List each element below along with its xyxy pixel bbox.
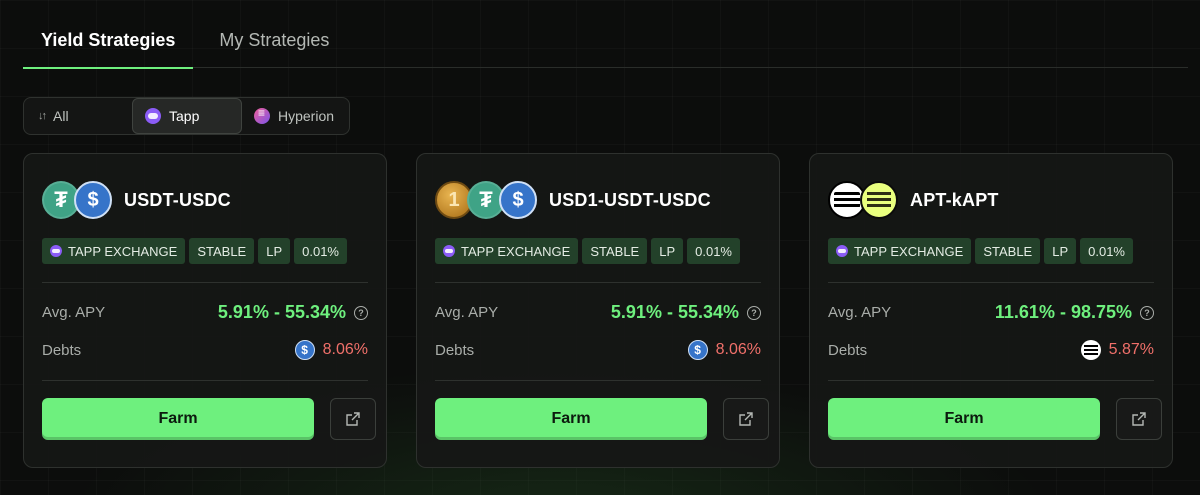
help-icon[interactable]: ? [354, 305, 368, 320]
filter-all[interactable]: ↓↑ All [26, 98, 132, 134]
usdc-icon: $ [294, 340, 315, 360]
pair-name: APT-kAPT [910, 189, 999, 210]
apy-value: 11.61% - 98.75% [994, 302, 1132, 322]
apy-row: Avg. APY 11.61% - 98.75% ? [828, 302, 1154, 323]
external-link-button[interactable] [1116, 398, 1162, 440]
card-header: 1 ₮ $ USD1-USDT-USDC [435, 180, 711, 220]
debts-row: Debts $ 8.06% [435, 340, 761, 360]
tag-list: TAPP EXCHANGE STABLE LP 0.01% [42, 238, 347, 264]
apy-row: Avg. APY 5.91% - 55.34% ? [435, 302, 761, 323]
apy-label: Avg. APY [42, 304, 106, 321]
tag-exchange: TAPP EXCHANGE [42, 238, 186, 264]
help-icon[interactable]: ? [747, 305, 761, 320]
tag-list: TAPP EXCHANGE STABLE LP 0.01% [435, 238, 740, 264]
debt-value: 8.06% [322, 341, 368, 358]
apy-value: 5.91% - 55.34% [610, 302, 739, 322]
tab-my-strategies[interactable]: My Strategies [201, 18, 347, 68]
external-link-button[interactable] [723, 398, 769, 440]
tag-lp: LP [651, 238, 684, 264]
coin-stack: ₮ $ [42, 181, 112, 219]
debt-value: 5.87% [1108, 341, 1154, 358]
tag-fee: 0.01% [687, 238, 740, 264]
kapt-icon [860, 181, 898, 219]
debts-label: Debts [828, 341, 868, 359]
filter-hyperion[interactable]: Hyperion [242, 98, 346, 134]
card-header: APT-kAPT [828, 180, 999, 220]
usdc-icon: $ [687, 340, 708, 360]
strategy-tabs: Yield Strategies My Strategies [23, 18, 1188, 69]
tag-exchange-label: TAPP EXCHANGE [461, 243, 571, 259]
debt-value: 8.06% [715, 341, 761, 358]
divider [42, 380, 368, 381]
external-link-icon [1132, 412, 1146, 426]
farm-button[interactable]: Farm [435, 398, 707, 440]
external-link-button[interactable] [330, 398, 376, 440]
tab-yield-strategies[interactable]: Yield Strategies [23, 18, 194, 69]
strategy-card-usdt-usdc: ₮ $ USDT-USDC TAPP EXCHANGE STABLE LP 0.… [23, 153, 387, 468]
divider [828, 282, 1154, 283]
debts-row: Debts 5.87% [828, 340, 1154, 360]
apy-row: Avg. APY 5.91% - 55.34% ? [42, 302, 368, 323]
strategy-card-usd1-usdt-usdc: 1 ₮ $ USD1-USDT-USDC TAPP EXCHANGE STABL… [416, 153, 780, 468]
strategy-card-apt-kapt: APT-kAPT TAPP EXCHANGE STABLE LP 0.01% A… [809, 153, 1173, 468]
tag-fee: 0.01% [1080, 238, 1133, 264]
tag-lp: LP [1044, 238, 1077, 264]
debts-row: Debts $ 8.06% [42, 340, 368, 360]
farm-button[interactable]: Farm [828, 398, 1100, 440]
apy-label: Avg. APY [435, 304, 499, 321]
divider [828, 380, 1154, 381]
pair-name: USDT-USDC [124, 189, 231, 210]
divider [435, 380, 761, 381]
filter-tapp[interactable]: Tapp [132, 98, 242, 134]
help-icon[interactable]: ? [1140, 305, 1154, 320]
protocol-filter-group: ↓↑ All Tapp Hyperion [23, 97, 350, 135]
filter-hyperion-label: Hyperion [278, 108, 335, 124]
apy-value: 5.91% - 55.34% [217, 302, 346, 322]
farm-button[interactable]: Farm [42, 398, 314, 440]
usdc-icon: $ [74, 181, 112, 219]
tapp-logo-icon [145, 108, 161, 124]
sort-icon: ↓↑ [38, 110, 47, 122]
tapp-logo-icon [50, 245, 62, 257]
tag-exchange: TAPP EXCHANGE [435, 238, 579, 264]
tapp-logo-icon [443, 245, 455, 257]
coin-stack [828, 181, 898, 219]
tag-lp: LP [258, 238, 291, 264]
tag-stable: STABLE [582, 238, 648, 264]
tapp-logo-icon [836, 245, 848, 257]
card-header: ₮ $ USDT-USDC [42, 180, 231, 220]
filter-tapp-label: Tapp [169, 108, 200, 124]
pair-name: USD1-USDT-USDC [549, 189, 711, 210]
usdc-icon: $ [499, 181, 537, 219]
hyperion-logo-icon [254, 106, 270, 124]
divider [435, 282, 761, 283]
tag-list: TAPP EXCHANGE STABLE LP 0.01% [828, 238, 1133, 264]
tag-exchange: TAPP EXCHANGE [828, 238, 972, 264]
apy-label: Avg. APY [828, 304, 892, 321]
tag-stable: STABLE [189, 238, 255, 264]
divider [42, 282, 368, 283]
debts-label: Debts [42, 341, 82, 359]
filter-all-label: All [53, 108, 69, 124]
tag-stable: STABLE [975, 238, 1041, 264]
debts-label: Debts [435, 341, 475, 359]
apt-icon [1080, 340, 1101, 360]
external-link-icon [346, 412, 360, 426]
external-link-icon [739, 412, 753, 426]
tag-exchange-label: TAPP EXCHANGE [854, 243, 964, 259]
tag-exchange-label: TAPP EXCHANGE [68, 243, 178, 259]
tag-fee: 0.01% [294, 238, 347, 264]
coin-stack: 1 ₮ $ [435, 181, 537, 219]
